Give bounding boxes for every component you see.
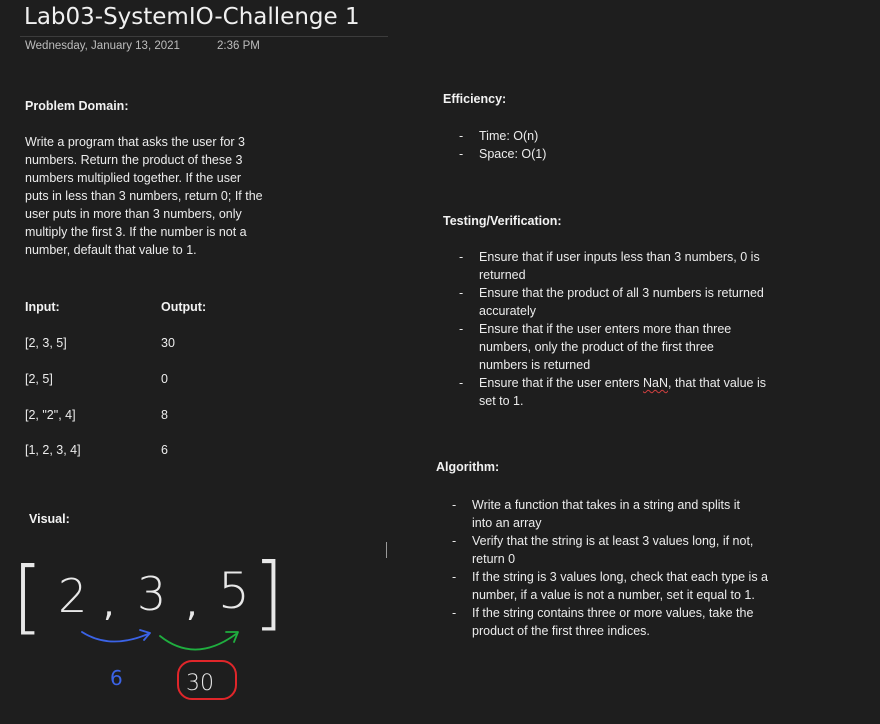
list-item: - If the string is 3 values long, check t… [452, 570, 768, 602]
spellcheck-word: NaN [642, 376, 668, 390]
digit-5-glyph: 5 [218, 562, 250, 620]
list-item: - Ensure that if user inputs less than 3 … [459, 250, 760, 282]
open-bracket-glyph: [ [12, 550, 43, 643]
algorithm-heading: Algorithm: [436, 460, 500, 474]
nan-squiggle-line: Ensure that if the user enters NaN, that… [479, 376, 766, 390]
text-cursor [386, 542, 387, 558]
list-item: - Space: O(1) [459, 147, 547, 161]
final-result-label: 30 [186, 671, 214, 696]
blue-multiply-arc [81, 631, 149, 643]
list-item: - Verify that the string is at least 3 va… [452, 534, 754, 566]
list-item: - Write a function that takes in a string… [452, 498, 740, 530]
testing-list[interactable]: - Ensure that if user inputs less than 3 … [443, 248, 766, 410]
efficiency-list[interactable]: - Time: O(n) - Space: O(1) [443, 127, 546, 163]
algorithm-list[interactable]: - Write a function that takes in a string… [436, 496, 768, 640]
testing-heading: Testing/Verification: [443, 214, 562, 228]
list-item: - Ensure that if the user enters NaN, tha… [459, 376, 766, 408]
close-bracket-glyph: ] [253, 546, 284, 639]
digit-3-glyph: 3 [137, 567, 166, 621]
partial-product-label: 6 [110, 666, 123, 690]
green-multiply-arc [159, 633, 237, 651]
digit-2-glyph: 2 [58, 569, 87, 623]
list-item: - Time: O(n) [459, 129, 539, 143]
comma-glyph: , [103, 584, 114, 625]
list-item: - If the string contains three or more va… [452, 606, 754, 638]
efficiency-heading: Efficiency: [443, 92, 507, 106]
list-item: - Ensure that the product of all 3 number… [459, 286, 764, 318]
comma-glyph: , [186, 584, 197, 625]
list-item: - Ensure that if the user enters more tha… [459, 322, 732, 372]
